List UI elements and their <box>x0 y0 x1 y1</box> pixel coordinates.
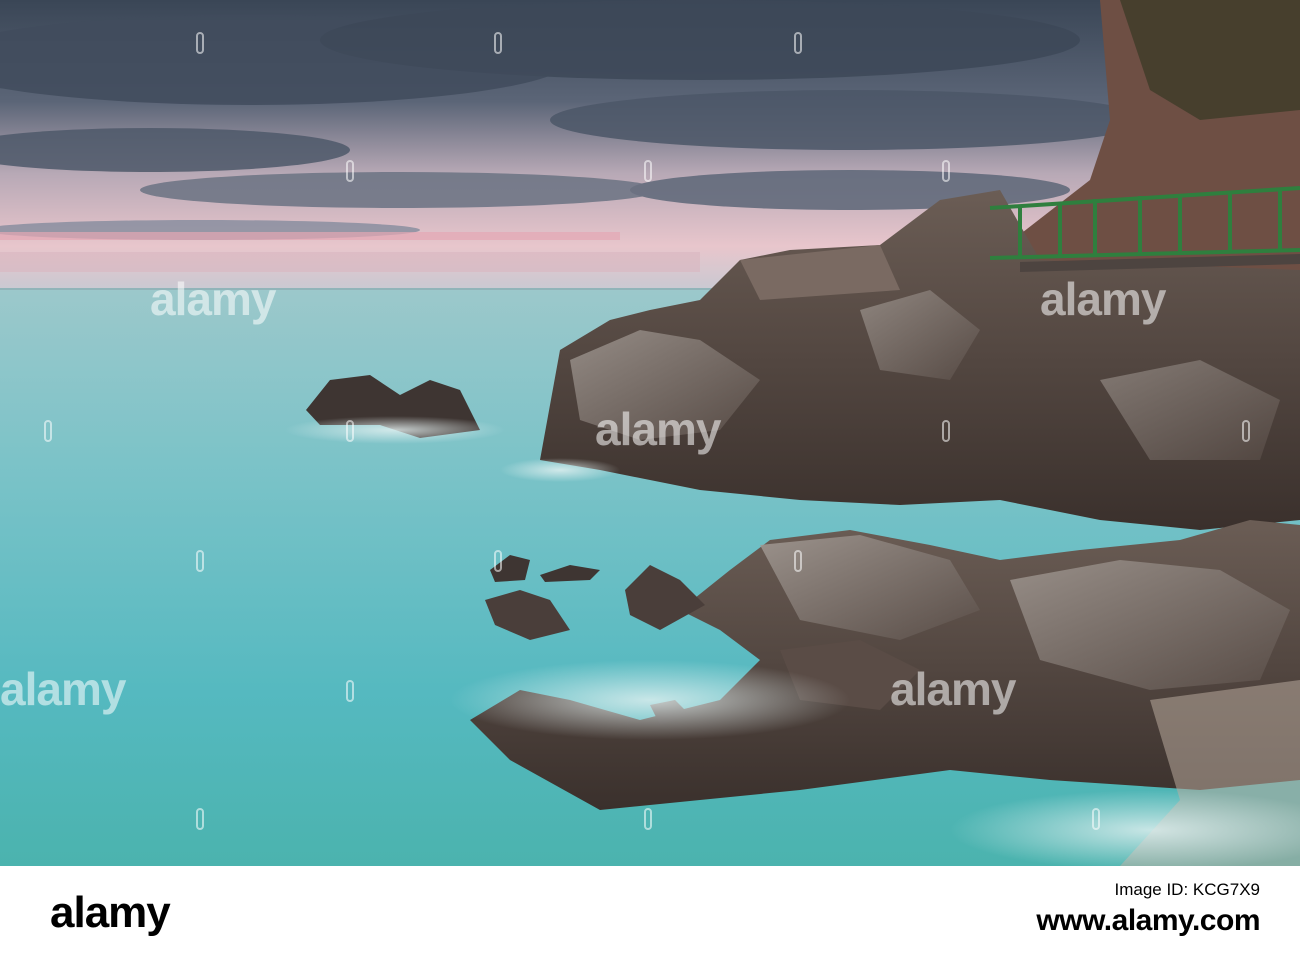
image-id-label: Image ID: <box>1114 880 1193 899</box>
alamy-logo[interactable]: alamy <box>50 888 171 938</box>
photo <box>0 0 1300 866</box>
image-meta: Image ID: KCG7X9 www.alamy.com <box>1036 880 1260 938</box>
seascape-image <box>0 0 1300 866</box>
image-id: KCG7X9 <box>1192 880 1260 899</box>
site-url[interactable]: www.alamy.com <box>1036 904 1260 938</box>
image-id-line: Image ID: KCG7X9 <box>1036 880 1260 900</box>
footer: alamy Image ID: KCG7X9 www.alamy.com <box>0 866 1300 956</box>
